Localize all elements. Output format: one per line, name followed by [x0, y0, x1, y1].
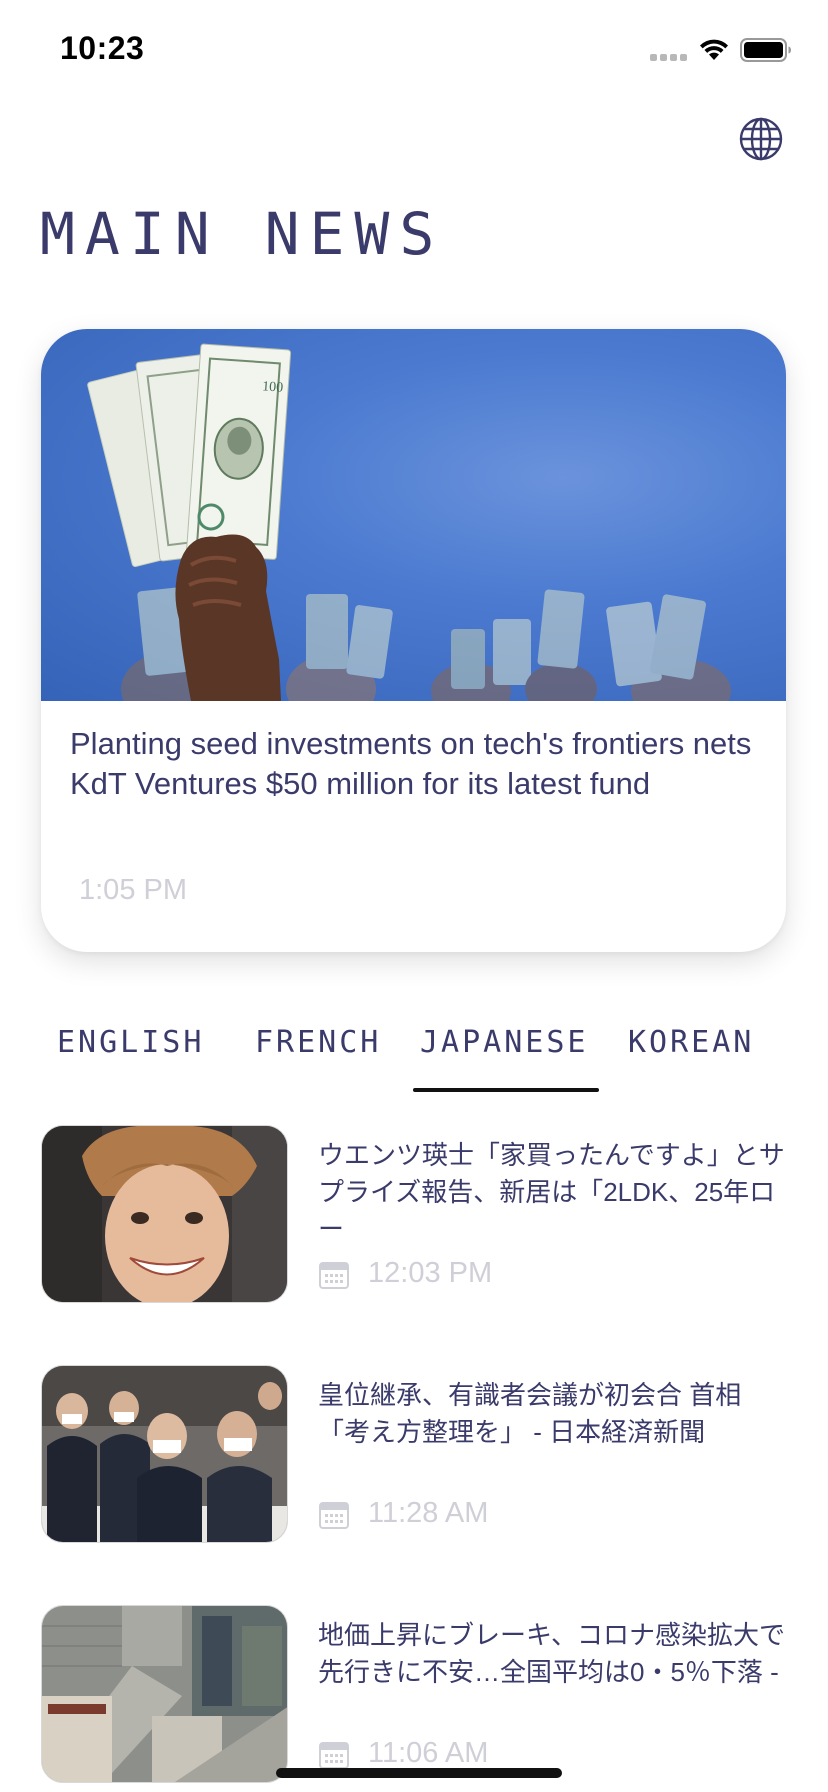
news-title: ウエンツ瑛士「家買ったんですよ」とサプライズ報告、新居は「2LDK、25年ロー [318, 1140, 785, 1244]
featured-image: 100 [41, 329, 786, 701]
featured-time: 1:05 PM [79, 874, 187, 906]
status-time: 10:23 [60, 30, 145, 66]
wifi-icon [700, 39, 728, 60]
news-item[interactable]: 地価上昇にブレーキ、コロナ感染拡大で先行きに不安…全国平均は0・5％下落 - 1… [41, 1605, 791, 1785]
calendar-icon [319, 1501, 349, 1529]
news-title: 皇位継承、有識者会議が初会合 首相「考え方整理を」 - 日本経済新聞 [318, 1380, 742, 1447]
news-title: 地価上昇にブレーキ、コロナ感染拡大で先行きに不安…全国平均は0・5％下落 - [318, 1620, 785, 1687]
featured-news-card[interactable]: 100 Planting seed investments on tech's … [41, 329, 786, 952]
news-thumbnail [41, 1605, 288, 1783]
calendar-icon [319, 1741, 349, 1769]
home-indicator[interactable] [276, 1768, 562, 1778]
cellular-signal-icon [650, 52, 690, 62]
battery-icon [740, 38, 791, 62]
news-thumbnail [41, 1365, 288, 1543]
news-time: 11:28 AM [368, 1497, 489, 1529]
news-time: 11:06 AM [368, 1737, 489, 1769]
tab-french[interactable]: FRENCH [255, 1025, 381, 1060]
active-tab-indicator [413, 1088, 599, 1092]
language-tabs: ENGLISH FRENCH JAPANESE KOREAN [0, 1010, 828, 1092]
page-title: MAIN NEWS [40, 200, 445, 268]
tab-japanese[interactable]: JAPANESE [420, 1025, 589, 1060]
news-meta: 12:03 PM [318, 1257, 492, 1290]
news-time: 12:03 PM [368, 1257, 493, 1289]
tab-english[interactable]: ENGLISH [57, 1025, 204, 1060]
news-meta: 11:28 AM [318, 1497, 488, 1530]
tab-korean[interactable]: KOREAN [628, 1025, 754, 1060]
svg-text:100: 100 [262, 379, 284, 395]
status-bar: 10:23 [0, 0, 828, 100]
news-meta: 11:06 AM [318, 1737, 488, 1770]
globe-icon[interactable] [738, 116, 784, 162]
news-thumbnail [41, 1125, 288, 1303]
news-item[interactable]: 皇位継承、有識者会議が初会合 首相「考え方整理を」 - 日本経済新聞 11:28… [41, 1365, 791, 1545]
news-item[interactable]: ウエンツ瑛士「家買ったんですよ」とサプライズ報告、新居は「2LDK、25年ロー … [41, 1125, 791, 1305]
featured-title: Planting seed investments on tech's fron… [70, 726, 752, 801]
calendar-icon [319, 1261, 349, 1289]
screen: 10:23 MAIN NEWS 100 Planting seed invest… [0, 0, 828, 1792]
